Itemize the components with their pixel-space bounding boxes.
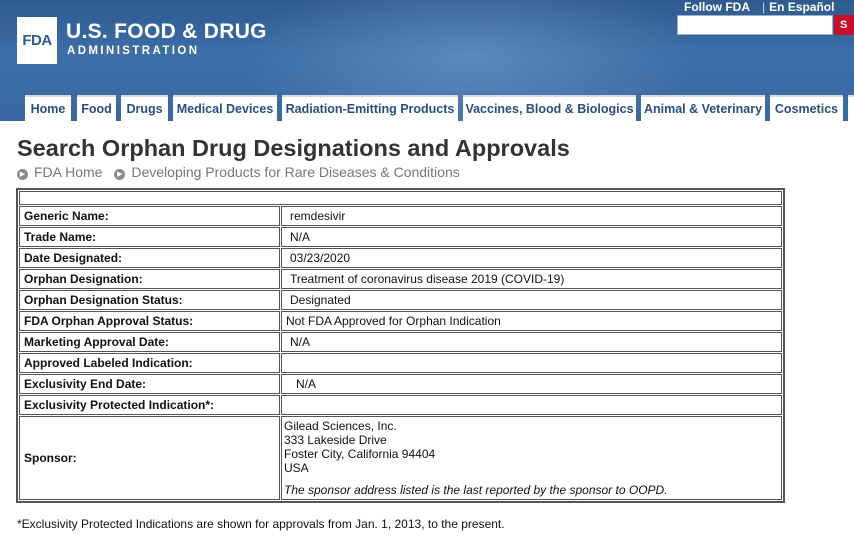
row-label: Sponsor: bbox=[19, 416, 280, 500]
nav-tab-food[interactable]: Food bbox=[77, 95, 116, 121]
agency-subtitle: ADMINISTRATION bbox=[67, 45, 200, 57]
row-value bbox=[281, 353, 782, 373]
row-value: Designated bbox=[281, 290, 782, 310]
nav-tab-overflow[interactable] bbox=[848, 95, 854, 121]
table-row: Approved Labeled Indication: bbox=[19, 353, 782, 373]
row-value: remdesivir bbox=[281, 206, 782, 226]
breadcrumb: ▶ FDA Home ▶ Developing Products for Rare … bbox=[17, 164, 468, 180]
sponsor-line: USA bbox=[284, 461, 309, 475]
row-value: N/A bbox=[281, 332, 782, 352]
row-value: 03/23/2020 bbox=[281, 248, 782, 268]
row-label: Approved Labeled Indication: bbox=[19, 353, 280, 373]
breadcrumb-label[interactable]: Developing Products for Rare Diseases & … bbox=[131, 164, 459, 180]
nav-tab-cosmetics[interactable]: Cosmetics bbox=[770, 95, 843, 121]
table-row: Exclusivity End Date: N/A bbox=[19, 374, 782, 394]
nav-tab-animal-veterinary[interactable]: Animal & Veterinary bbox=[641, 95, 765, 121]
row-value: N/A bbox=[281, 374, 782, 394]
nav-tab-home[interactable]: Home bbox=[25, 95, 71, 121]
sponsor-address-note: The sponsor address listed is the last r… bbox=[284, 483, 668, 497]
breadcrumb-item-fda-home[interactable]: ▶ FDA Home bbox=[17, 164, 102, 180]
row-label: Orphan Designation: bbox=[19, 269, 280, 289]
exclusivity-footnote: *Exclusivity Protected Indications are s… bbox=[17, 517, 505, 531]
chevron-right-icon: ▶ bbox=[17, 169, 28, 180]
table-row: Generic Name: remdesivir bbox=[19, 206, 782, 226]
search-button[interactable]: S bbox=[834, 15, 854, 35]
utility-links: Follow FDA | En Español bbox=[684, 0, 838, 14]
table-row: Orphan Designation Status: Designated bbox=[19, 290, 782, 310]
agency-name[interactable]: U.S. FOOD & DRUG bbox=[66, 20, 267, 44]
row-value: Not FDA Approved for Orphan Indication bbox=[281, 311, 782, 331]
site-header: FDA U.S. FOOD & DRUG ADMINISTRATION Foll… bbox=[0, 0, 854, 121]
table-header-spacer-row bbox=[19, 191, 782, 205]
row-label: Trade Name: bbox=[19, 227, 280, 247]
row-label: Date Designated: bbox=[19, 248, 280, 268]
sponsor-value: Gilead Sciences, Inc. 333 Lakeside Drive… bbox=[281, 416, 782, 500]
row-label: Exclusivity End Date: bbox=[19, 374, 280, 394]
follow-fda-link[interactable]: Follow FDA bbox=[684, 0, 750, 14]
nav-tab-drugs[interactable]: Drugs bbox=[121, 95, 168, 121]
page-title: Search Orphan Drug Designations and Appr… bbox=[17, 135, 570, 161]
table-row: Trade Name: N/A bbox=[19, 227, 782, 247]
breadcrumb-item-rare-diseases[interactable]: ▶ Developing Products for Rare Diseases &… bbox=[114, 164, 460, 180]
row-value: N/A bbox=[281, 227, 782, 247]
row-label: Generic Name: bbox=[19, 206, 280, 226]
search-input[interactable] bbox=[677, 15, 833, 35]
sponsor-line: 333 Lakeside Drive bbox=[284, 433, 387, 447]
sponsor-line: Foster City, California 94404 bbox=[284, 447, 436, 461]
breadcrumb-label[interactable]: FDA Home bbox=[34, 164, 102, 180]
nav-tab-vaccines-blood-biologics[interactable]: Vaccines, Blood & Biologics bbox=[463, 95, 636, 121]
table-row: Marketing Approval Date: N/A bbox=[19, 332, 782, 352]
fda-logo[interactable]: FDA bbox=[17, 17, 57, 64]
table-spacer-cell bbox=[19, 191, 782, 205]
table-row: FDA Orphan Approval Status: Not FDA Appro… bbox=[19, 311, 782, 331]
table-row: Date Designated: 03/23/2020 bbox=[19, 248, 782, 268]
util-separator: | bbox=[762, 0, 766, 14]
table-row: Orphan Designation: Treatment of coronavi… bbox=[19, 269, 782, 289]
nav-tab-radiation-emitting-products[interactable]: Radiation-Emitting Products bbox=[282, 95, 458, 121]
row-value: Treatment of coronavirus disease 2019 (C… bbox=[281, 269, 782, 289]
chevron-right-icon: ▶ bbox=[114, 169, 126, 180]
row-label: Exclusivity Protected Indication*: bbox=[19, 395, 280, 415]
nav-tab-medical-devices[interactable]: Medical Devices bbox=[173, 95, 277, 121]
en-espanol-link[interactable]: En Español bbox=[769, 0, 834, 14]
row-label: Orphan Designation Status: bbox=[19, 290, 280, 310]
table-row: Sponsor: Gilead Sciences, Inc. 333 Lakes… bbox=[19, 416, 782, 500]
row-label: FDA Orphan Approval Status: bbox=[19, 311, 280, 331]
row-label: Marketing Approval Date: bbox=[19, 332, 280, 352]
table-row: Exclusivity Protected Indication*: bbox=[19, 395, 782, 415]
row-value bbox=[281, 395, 782, 415]
sponsor-line: Gilead Sciences, Inc. bbox=[284, 419, 397, 433]
designation-results-table: Generic Name: remdesivir Trade Name: N/A D… bbox=[16, 188, 785, 503]
